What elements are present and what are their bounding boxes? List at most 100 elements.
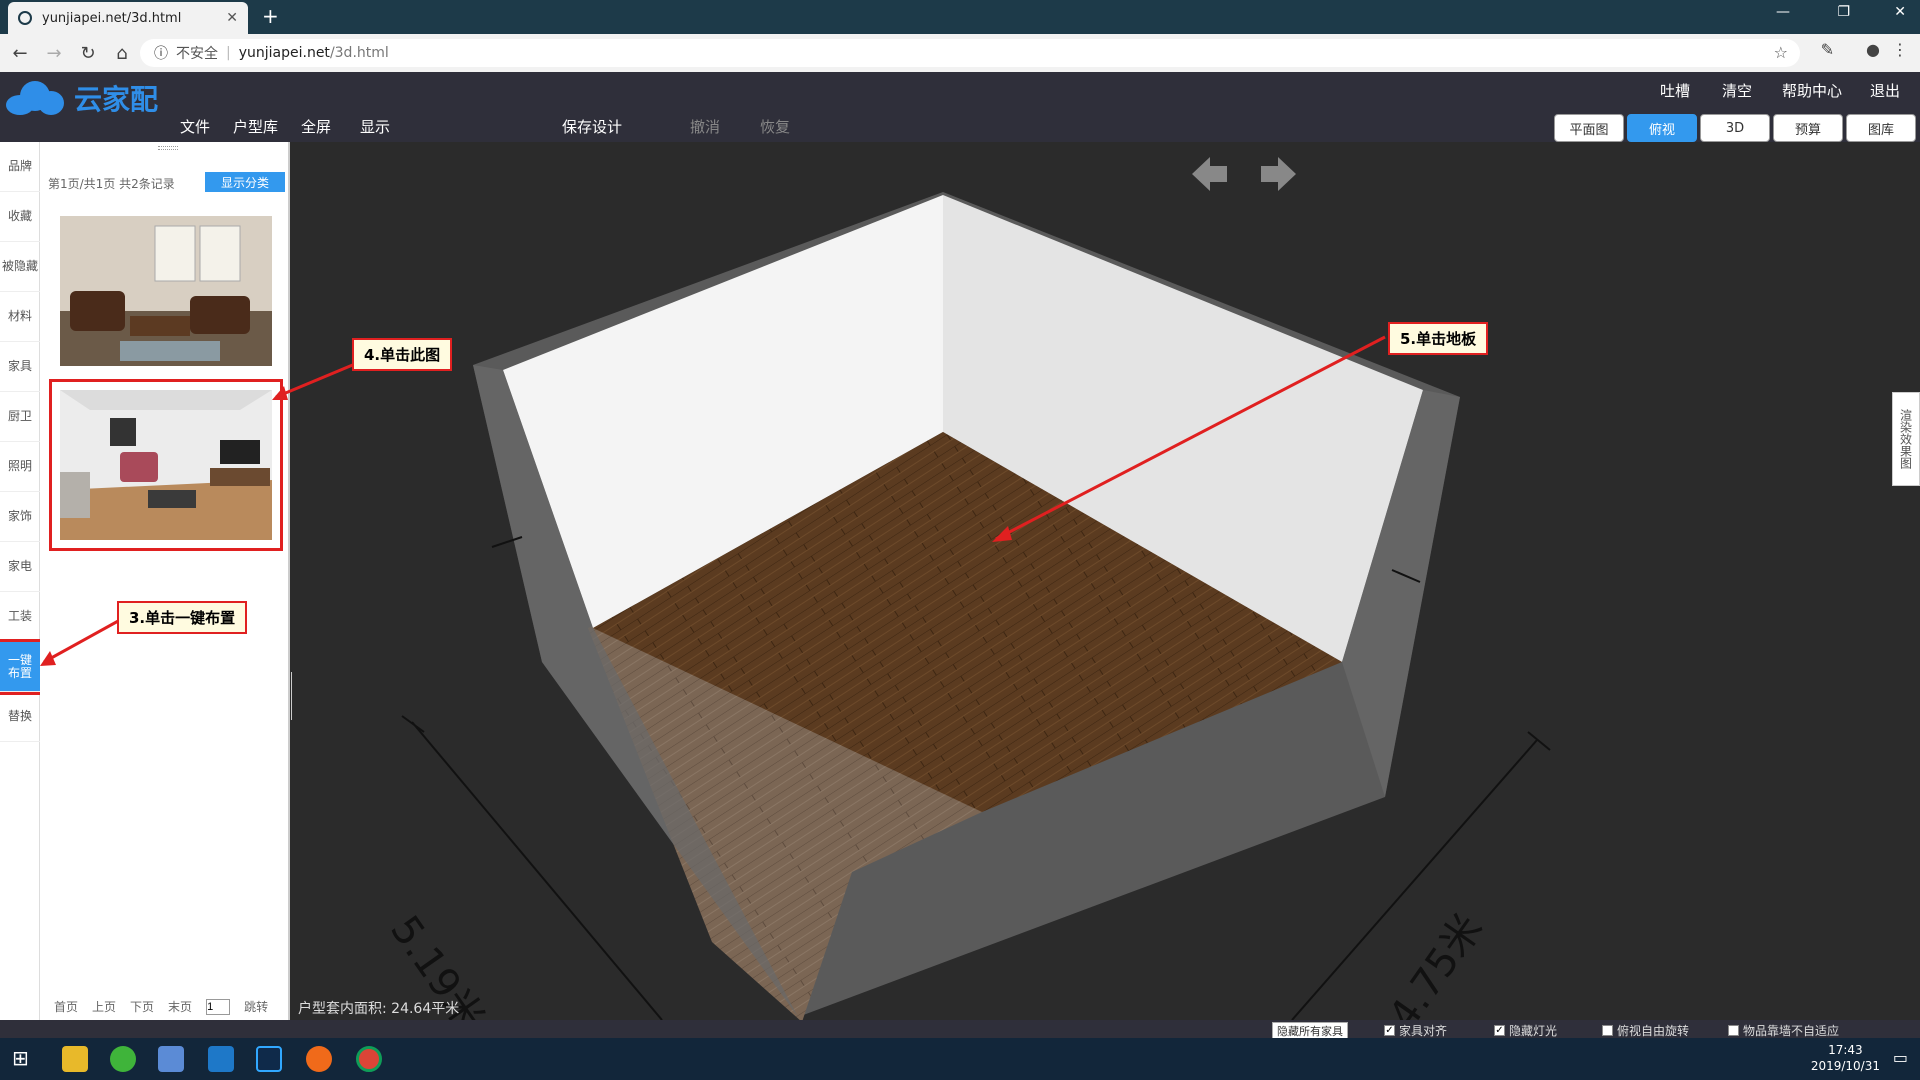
sidebar-item-workwear[interactable]: 工装 [0, 592, 40, 642]
sidebar-item-decor[interactable]: 家饰 [0, 492, 40, 542]
checkbox-unchecked-icon[interactable] [1602, 1025, 1613, 1036]
help-center-link[interactable]: 帮助中心 [1782, 80, 1842, 101]
pager-next[interactable]: 下页 [130, 998, 154, 1015]
profile-avatar-icon[interactable]: ● [1866, 40, 1880, 59]
menu-fullscreen[interactable]: 全屏 [301, 116, 331, 137]
clock-time: 17:43 [1828, 1043, 1863, 1057]
url-separator: | [226, 45, 231, 61]
option-furniture-align[interactable]: ✓ 家具对齐 [1384, 1022, 1447, 1039]
checkbox-unchecked-icon[interactable] [1728, 1025, 1739, 1036]
system-clock[interactable]: 17:43 2019/10/31 [1811, 1042, 1880, 1074]
windows-start-icon[interactable]: ⊞ [12, 1046, 38, 1072]
sidebar-item-hidden[interactable]: 被隐藏 [0, 242, 40, 292]
app-header: 云家配 文件 户型库 全屏 显示 保存设计 撤消 恢复 吐槽 清空 帮助中心 退… [0, 72, 1920, 142]
sidebar-item-furniture[interactable]: 家具 [0, 342, 40, 392]
bottom-options-bar: 隐藏所有家具 ✓ 家具对齐 ✓ 隐藏灯光 俯视自由旋转 物品靠墙不自适应 [0, 1020, 1920, 1040]
category-sidebar: 品牌 收藏 被隐藏 材料 家具 厨卫 照明 家饰 家电 工装 一键布置 替换 [0, 142, 43, 1020]
feedback-link[interactable]: 吐槽 [1660, 80, 1690, 101]
undo-button[interactable]: 撤消 [690, 116, 720, 137]
restore-icon[interactable]: ❐ [1837, 4, 1850, 20]
save-design-button[interactable]: 保存设计 [562, 116, 622, 137]
chrome-icon[interactable] [356, 1046, 382, 1072]
view-tabs: 平面图 俯视 3D 预算 图库 [1554, 114, 1916, 142]
option-wall-adapt[interactable]: 物品靠墙不自适应 [1728, 1022, 1839, 1039]
sidebar-item-kitchen-bath[interactable]: 厨卫 [0, 392, 40, 442]
logout-link[interactable]: 退出 [1870, 80, 1900, 101]
clear-link[interactable]: 清空 [1722, 80, 1752, 101]
show-category-button[interactable]: 显示分类 [205, 172, 285, 192]
menu-file[interactable]: 文件 [180, 116, 210, 137]
url-text: yunjiapei.net/3d.html [239, 45, 389, 61]
pager-jump[interactable]: 跳转 [244, 998, 268, 1015]
redo-button[interactable]: 恢复 [760, 116, 790, 137]
minimize-icon[interactable]: — [1776, 4, 1790, 20]
tab-title: yunjiapei.net/3d.html [42, 10, 182, 26]
living-room-modern-image [60, 390, 272, 540]
checkbox-checked-icon[interactable]: ✓ [1494, 1025, 1505, 1036]
rotate-left-arrow-icon[interactable] [1192, 157, 1227, 191]
layout-thumbnail-2[interactable] [49, 379, 283, 551]
rotate-right-arrow-icon[interactable] [1261, 157, 1296, 191]
cloud-logo-icon [6, 81, 66, 115]
pager-last[interactable]: 末页 [168, 998, 192, 1015]
new-tab-icon[interactable]: + [262, 4, 279, 28]
reload-icon[interactable]: ↻ [74, 43, 102, 64]
page-number-input[interactable] [206, 998, 231, 1015]
sidebar-item-materials[interactable]: 材料 [0, 292, 40, 342]
layout-thumbnail-1[interactable] [60, 216, 272, 366]
security-label: 不安全 [176, 46, 218, 62]
vscode-icon[interactable] [208, 1046, 234, 1072]
callout-step5: 5.单击地板 [1388, 322, 1489, 355]
photoshop-icon[interactable] [256, 1046, 282, 1072]
url-host: yunjiapei.net [238, 45, 330, 61]
pager-prev[interactable]: 上页 [92, 998, 116, 1015]
tab-gallery[interactable]: 图库 [1846, 114, 1916, 142]
tab-budget[interactable]: 预算 [1773, 114, 1843, 142]
sidebar-item-lighting[interactable]: 照明 [0, 442, 40, 492]
option-free-rotate[interactable]: 俯视自由旋转 [1602, 1022, 1689, 1039]
browser-tab[interactable]: yunjiapei.net/3d.html ✕ [8, 2, 248, 34]
option-label: 隐藏灯光 [1509, 1024, 1558, 1038]
computer-app-icon[interactable] [158, 1046, 184, 1072]
pager-first[interactable]: 首页 [54, 998, 78, 1015]
logo-text: 云家配 [74, 83, 159, 116]
panel-drag-handle[interactable] [158, 146, 178, 150]
tab-topview[interactable]: 俯视 [1627, 114, 1697, 142]
windows-taskbar: ⊞ 17:43 2019/10/31 ▭ [0, 1038, 1920, 1080]
living-room-classic-image [60, 216, 272, 366]
sidebar-item-brand[interactable]: 品牌 [0, 142, 40, 192]
checkbox-checked-icon[interactable]: ✓ [1384, 1025, 1395, 1036]
bookmark-star-icon[interactable]: ☆ [1774, 43, 1788, 62]
menu-floorplan-library[interactable]: 户型库 [233, 116, 278, 137]
info-icon[interactable]: ⓘ [154, 43, 168, 63]
clock-date: 2019/10/31 [1810, 1059, 1880, 1073]
file-explorer-icon[interactable] [62, 1046, 88, 1072]
app-logo[interactable]: 云家配 [6, 78, 158, 118]
browser-menu-icon[interactable]: ⋮ [1892, 40, 1908, 59]
option-label: 物品靠墙不自适应 [1743, 1024, 1840, 1038]
sidebar-item-favorites[interactable]: 收藏 [0, 192, 40, 242]
forward-icon[interactable]: → [40, 43, 68, 64]
extension-icon[interactable]: ✎ [1821, 40, 1834, 59]
page-info: 第1页/共1页 共2条记录 [48, 177, 175, 191]
tab-floorplan[interactable]: 平面图 [1554, 114, 1624, 142]
pager: 首页 上页 下页 末页 跳转 [54, 998, 268, 1015]
option-hide-lights[interactable]: ✓ 隐藏灯光 [1494, 1022, 1557, 1039]
sidebar-item-replace[interactable]: 替换 [0, 692, 40, 742]
menu-display[interactable]: 显示 [360, 116, 390, 137]
3d-viewport[interactable]: 5.19米 4.75米 户型套内面积: 24.64平米 渲染效果图 [292, 142, 1920, 1040]
window-close-icon[interactable]: ✕ [1894, 4, 1906, 20]
sidebar-item-appliances[interactable]: 家电 [0, 542, 40, 592]
wechat-icon[interactable] [110, 1046, 136, 1072]
address-input[interactable]: ⓘ 不安全 | yunjiapei.net/3d.html ☆ [140, 39, 1800, 67]
home-icon[interactable]: ⌂ [108, 43, 136, 64]
notification-icon[interactable]: ▭ [1893, 1048, 1908, 1067]
site-favicon-icon [18, 11, 32, 25]
sidebar-item-one-click-layout[interactable]: 一键布置 [0, 639, 43, 695]
render-effect-tab[interactable]: 渲染效果图 [1892, 392, 1920, 486]
tab-close-icon[interactable]: ✕ [226, 10, 238, 26]
room-3d-scene[interactable] [292, 142, 1920, 1020]
tab-3d[interactable]: 3D [1700, 114, 1770, 142]
firefox-icon[interactable] [306, 1046, 332, 1072]
back-icon[interactable]: ← [6, 43, 34, 64]
